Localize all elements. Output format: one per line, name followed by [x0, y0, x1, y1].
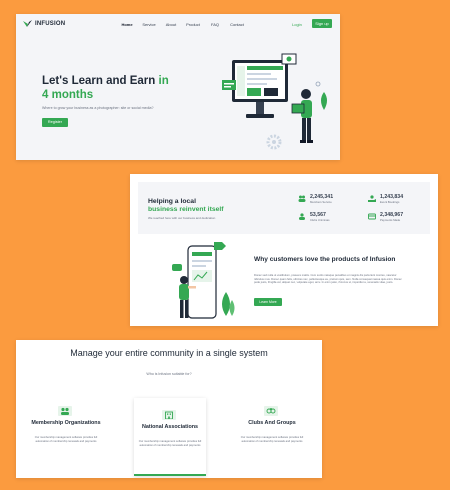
stat-label: Payments Made	[380, 218, 401, 222]
top-nav: INFUSION Home Service About Product FAQ …	[16, 14, 340, 36]
card-membership-organizations[interactable]: Membership Organizations Our membership …	[30, 394, 102, 470]
nav-service[interactable]: Service	[138, 22, 160, 27]
infusion-logo-icon	[23, 20, 32, 27]
stats-subtitle: We reached here with our business and de…	[148, 216, 216, 220]
manage-subtitle: Who is Infusion suitable for?	[146, 372, 192, 376]
login-link[interactable]: Login	[292, 22, 302, 27]
why-title: Why customers love the products of Infus…	[254, 256, 396, 263]
clubs-icon	[264, 406, 278, 416]
stats-band: Helping a local business reinvent itself…	[138, 182, 430, 234]
stats-title-line1: Helping a local	[148, 198, 196, 205]
card-national-associations[interactable]: National Associations Our membership man…	[134, 398, 206, 476]
monitor-person-illustration	[222, 53, 327, 150]
stats-title-line2: business reinvent itself	[148, 206, 224, 213]
brand-name: INFUSION	[35, 21, 66, 27]
card-body: Our membership management software provi…	[138, 440, 202, 447]
phone-person-illustration	[172, 242, 235, 319]
users-icon	[298, 195, 306, 202]
stat-label: Members Service	[310, 200, 332, 204]
nav-faq[interactable]: FAQ	[204, 22, 226, 27]
nav-about[interactable]: About	[160, 22, 182, 27]
stats-panel: Helping a local business reinvent itself…	[130, 174, 438, 326]
members-icon	[58, 406, 72, 416]
nav-links: Home Service About Product FAQ Contact	[116, 22, 248, 27]
hand-coin-icon	[368, 195, 376, 202]
signup-button[interactable]: Sign up	[312, 19, 332, 28]
register-button[interactable]: Register	[42, 118, 68, 127]
card-title: Membership Organizations	[31, 420, 101, 426]
card-body: Our membership management software provi…	[34, 436, 98, 443]
card-clubs-and-groups[interactable]: Clubs And Groups Our membership manageme…	[236, 394, 308, 470]
hero-title-in: in	[158, 75, 169, 87]
card-body: Our membership management software provi…	[240, 436, 304, 443]
hero-subtitle: Where to grow your business as a photogr…	[42, 106, 154, 110]
hero-title-line2: 4 months	[42, 89, 94, 101]
why-body: Donec sed nulla ut vestibulum, posuere m…	[254, 274, 402, 285]
stat-label: Event Bookings	[380, 200, 400, 204]
learn-more-button[interactable]: Learn More	[254, 298, 282, 306]
stat-label: Clubs Uniminas	[310, 218, 330, 222]
stat-events: 1,243,834 Event Bookings	[368, 194, 403, 204]
card-title: National Associations	[141, 424, 199, 430]
stat-payments: 2,348,967 Payments Made	[368, 212, 403, 222]
manage-title: Manage your entire community in a single…	[70, 348, 268, 358]
nav-home[interactable]: Home	[116, 22, 138, 27]
nav-product[interactable]: Product	[182, 22, 204, 27]
manage-panel: Manage your entire community in a single…	[16, 340, 322, 478]
building-icon	[162, 410, 176, 420]
people-icon	[299, 213, 305, 220]
stat-clubs: 53,567 Clubs Uniminas	[298, 212, 330, 222]
card-icon	[368, 213, 376, 220]
stats-title: Helping a local business reinvent itself	[148, 198, 224, 214]
card-title: Clubs And Groups	[248, 420, 296, 426]
hero-title: Let's Learn and Earn in 4 months	[42, 74, 192, 102]
hero-panel: INFUSION Home Service About Product FAQ …	[16, 14, 340, 160]
brand-logo[interactable]: INFUSION	[23, 20, 65, 28]
stat-members: 2,245,341 Members Service	[298, 194, 333, 204]
hero-title-line1: Let's Learn and Earn	[42, 75, 156, 87]
nav-contact[interactable]: Contact	[226, 22, 248, 27]
